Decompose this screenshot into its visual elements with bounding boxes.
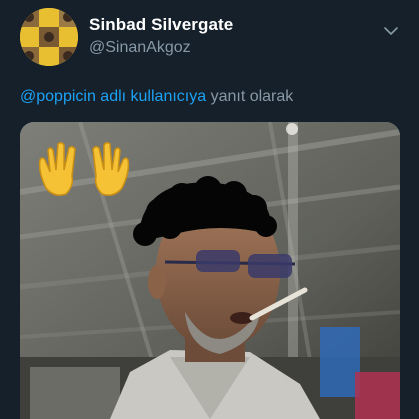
user-handle[interactable]: @SinanAkgoz: [89, 39, 191, 57]
chevron-down-icon[interactable]: [383, 24, 399, 36]
avatar[interactable]: [20, 8, 78, 66]
waving-hands-emoji: [38, 141, 130, 196]
tweet-photo[interactable]: [20, 122, 400, 419]
reply-suffix: yanıt olarak: [206, 88, 294, 105]
reply-context: @poppicin adlı kullanıcıya yanıt olarak: [20, 88, 293, 106]
display-name[interactable]: Sinbad Silvergate: [89, 15, 233, 35]
reply-mention-link[interactable]: @poppicin adlı kullanıcıya: [20, 88, 206, 105]
avatar-image: [20, 8, 78, 66]
